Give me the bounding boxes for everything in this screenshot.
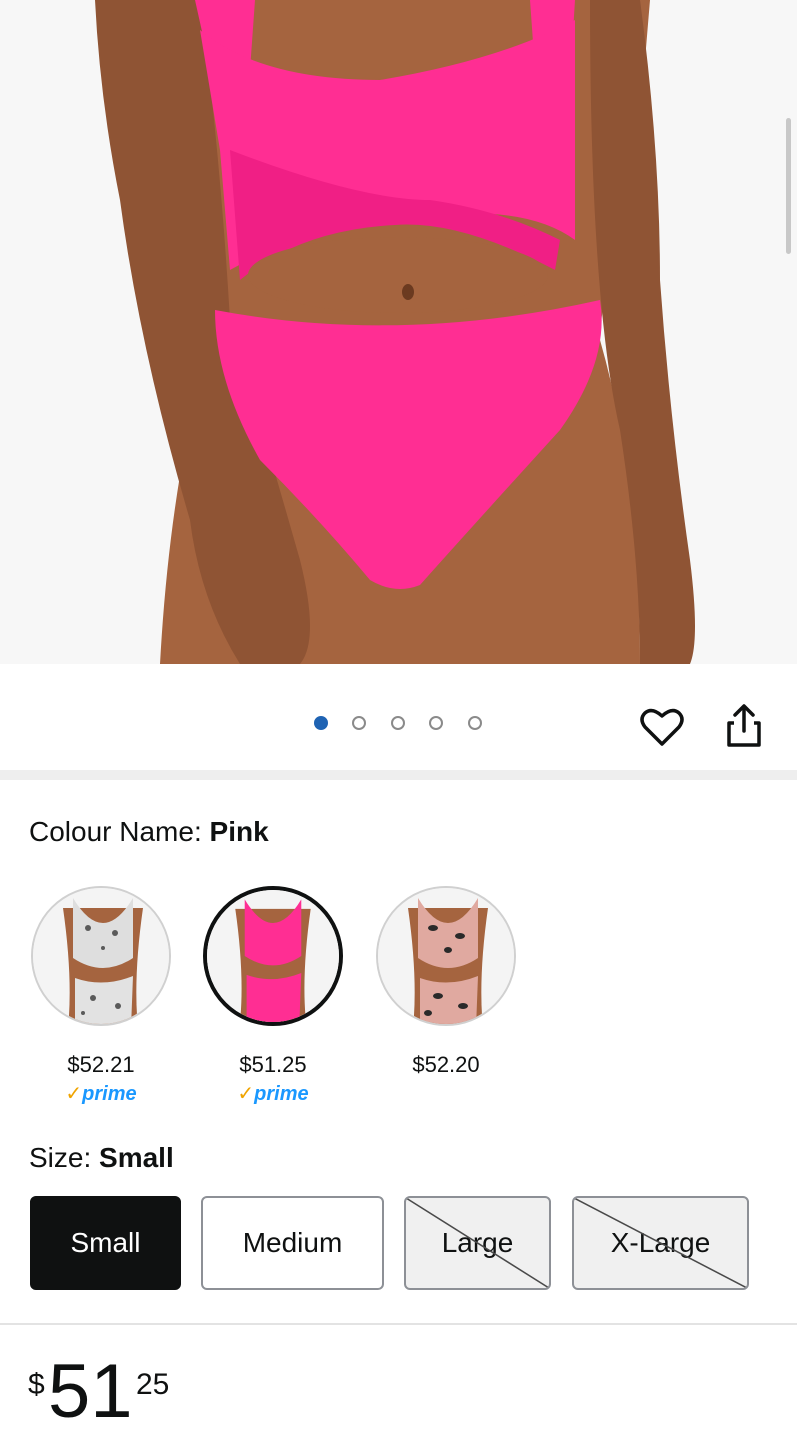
size-option-xlarge[interactable]: X-Large xyxy=(572,1196,749,1290)
product-image[interactable] xyxy=(0,0,797,664)
price-divider xyxy=(0,1323,797,1325)
carousel-dot-3[interactable] xyxy=(391,716,405,730)
scrollbar-thumb[interactable] xyxy=(786,118,791,254)
prime-badge: ✓prime xyxy=(65,1083,137,1105)
swatch-leopard[interactable] xyxy=(376,886,516,1026)
carousel-dot-1[interactable] xyxy=(314,716,328,730)
product-photo xyxy=(95,0,695,664)
price-fraction: 25 xyxy=(136,1368,170,1401)
section-separator xyxy=(0,770,797,780)
price-whole: 51 xyxy=(48,1349,133,1434)
heart-icon xyxy=(640,708,684,746)
size-option-label: Medium xyxy=(242,1227,343,1258)
unavailable-strike xyxy=(574,1198,747,1288)
swatch-pink-image xyxy=(207,890,339,1022)
size-option-medium[interactable]: Medium xyxy=(201,1196,384,1290)
share-button[interactable] xyxy=(720,702,768,750)
size-option-small[interactable]: Small xyxy=(30,1196,181,1290)
swatch-price-leopard: $52.20 xyxy=(412,1052,480,1077)
swatch-pink[interactable] xyxy=(203,886,343,1026)
colour-label: Colour Name: Pink xyxy=(29,816,269,847)
carousel-dot-2[interactable] xyxy=(352,716,366,730)
swatch-snake-image xyxy=(33,888,169,1024)
prime-badge: ✓prime xyxy=(237,1083,309,1105)
carousel-dot-5[interactable] xyxy=(468,716,482,730)
size-option-label: Small xyxy=(70,1227,141,1258)
size-label: Size: Small xyxy=(29,1142,174,1173)
carousel-dot-4[interactable] xyxy=(429,716,443,730)
share-icon xyxy=(727,704,761,747)
size-option-large[interactable]: Large xyxy=(404,1196,551,1290)
unavailable-strike xyxy=(406,1198,549,1288)
price-currency: $ xyxy=(28,1368,45,1401)
size-value: Small xyxy=(99,1142,174,1173)
swatch-price-snake: $52.21 xyxy=(67,1052,135,1077)
swatch-leopard-image xyxy=(378,888,514,1024)
swatch-snake[interactable] xyxy=(31,886,171,1026)
colour-value: Pink xyxy=(209,816,269,847)
swatch-price-pink: $51.25 xyxy=(239,1052,307,1077)
wishlist-button[interactable] xyxy=(638,704,686,752)
